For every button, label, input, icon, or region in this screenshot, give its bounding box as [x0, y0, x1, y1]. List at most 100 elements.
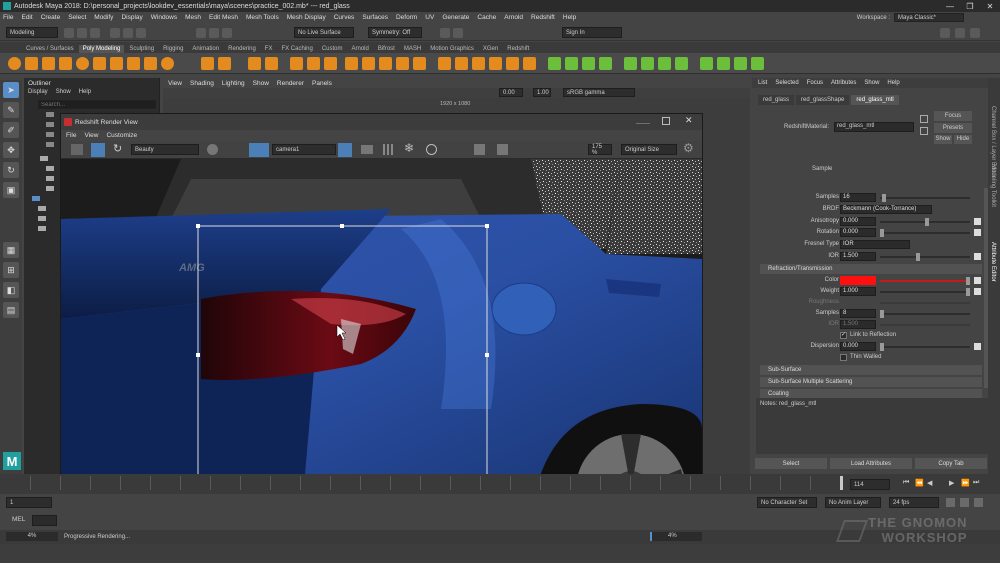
step-back-icon[interactable]: ⏪: [915, 479, 924, 487]
live-surface-field[interactable]: No Live Surface: [294, 27, 354, 38]
ae-menu-focus[interactable]: Focus: [807, 80, 823, 86]
checker-uv-icon[interactable]: [700, 57, 713, 70]
mel-label[interactable]: MEL: [12, 516, 25, 523]
add-frame-icon[interactable]: [474, 144, 485, 155]
select-tool-icon[interactable]: ➤: [3, 82, 19, 98]
persp-outliner-icon[interactable]: ◧: [3, 282, 19, 298]
delete-history-icon[interactable]: [717, 57, 730, 70]
material-input-icon[interactable]: [920, 115, 928, 123]
outliner-search-input[interactable]: [38, 100, 156, 109]
bevel-icon[interactable]: [379, 57, 392, 70]
poly-torus-icon[interactable]: [76, 57, 89, 70]
show-button[interactable]: Show: [934, 135, 952, 144]
node-tab-red-glass-mtl[interactable]: red_glass_mtl: [851, 95, 899, 105]
anisotropy-map-icon[interactable]: [974, 218, 981, 225]
toggle-channel-box-icon[interactable]: [970, 28, 980, 38]
sew-uv-icon[interactable]: [641, 57, 654, 70]
target-weld-icon[interactable]: [455, 57, 468, 70]
ae-menu-selected[interactable]: Selected: [775, 80, 798, 86]
current-frame-marker[interactable]: [840, 476, 843, 490]
weight-map-icon[interactable]: [974, 288, 981, 295]
colorspace-dropdown[interactable]: sRGB gamma: [563, 88, 635, 97]
mel-input[interactable]: [32, 515, 57, 526]
snap-point-icon[interactable]: [222, 28, 232, 38]
shelf-tab-custom[interactable]: Custom: [318, 45, 347, 53]
panel-layout-icon[interactable]: [940, 28, 950, 38]
menu-surfaces[interactable]: Surfaces: [362, 14, 388, 21]
viewport-menu-view[interactable]: View: [168, 80, 182, 87]
refraction-samples-field[interactable]: 8: [840, 309, 876, 318]
size-mode-dropdown[interactable]: Original Size: [621, 144, 677, 155]
character-set-dropdown[interactable]: No Character Set: [757, 497, 817, 508]
select-hierarchy-icon[interactable]: [110, 28, 120, 38]
color-slider[interactable]: [880, 277, 970, 285]
menu-generate[interactable]: Generate: [442, 14, 469, 21]
menu-mesh-display[interactable]: Mesh Display: [287, 14, 326, 21]
anisotropy-slider[interactable]: [880, 218, 970, 226]
dispersion-slider[interactable]: [880, 343, 970, 351]
menu-curves[interactable]: Curves: [334, 14, 355, 21]
rv-minimize-button[interactable]: [636, 119, 650, 124]
auto-key-icon[interactable]: [946, 498, 955, 507]
save-scene-icon[interactable]: [90, 28, 100, 38]
ior-map-icon[interactable]: [974, 253, 981, 260]
connect-icon[interactable]: [472, 57, 485, 70]
center-pivot-icon[interactable]: [751, 57, 764, 70]
node-tab-red-glass[interactable]: red_glass: [758, 95, 795, 105]
anisotropy-field[interactable]: 0.000: [840, 217, 876, 226]
step-forward-icon[interactable]: ⏩: [961, 479, 970, 487]
shelf-tab-arnold[interactable]: Arnold: [348, 45, 373, 53]
symmetry-dropdown[interactable]: Symmetry: Off: [368, 27, 422, 38]
node-tab-red-glass-shape[interactable]: red_glassShape: [796, 95, 850, 105]
shelf-tab-sculpting[interactable]: Sculpting: [125, 45, 158, 53]
ipr-render-icon[interactable]: [453, 28, 463, 38]
viewport-menu-panels[interactable]: Panels: [312, 80, 332, 87]
sound-icon[interactable]: [974, 498, 983, 507]
outliner-item[interactable]: [38, 216, 46, 221]
ae-menu-attributes[interactable]: Attributes: [831, 80, 856, 86]
color-swatch[interactable]: [840, 276, 876, 285]
outliner-item[interactable]: [46, 122, 54, 127]
poly-cube-icon[interactable]: [25, 57, 38, 70]
poly-disc-icon[interactable]: [110, 57, 123, 70]
four-view-icon[interactable]: ⊞: [3, 262, 19, 278]
poly-cone-icon[interactable]: [59, 57, 72, 70]
shelf-tab-motion-graphics[interactable]: Motion Graphics: [426, 45, 478, 53]
cylindrical-map-icon[interactable]: [582, 57, 595, 70]
samples-slider[interactable]: [880, 194, 970, 202]
snowflake-icon[interactable]: ❄: [404, 141, 414, 155]
anim-layer-dropdown[interactable]: No Anim Layer: [825, 497, 881, 508]
render-region-icon[interactable]: [91, 143, 105, 157]
viewport-menu-lighting[interactable]: Lighting: [222, 80, 245, 87]
goto-end-icon[interactable]: ⏭: [973, 479, 979, 487]
ae-copy-tab-button[interactable]: Copy Tab: [915, 458, 987, 469]
sign-in-button[interactable]: Sign In: [562, 27, 622, 38]
thin-walled-checkbox[interactable]: [840, 354, 847, 361]
menu-edit[interactable]: Edit: [21, 14, 32, 21]
weight-field[interactable]: 1.000: [840, 287, 876, 296]
range-start-field[interactable]: 1: [6, 497, 52, 508]
outliner-item[interactable]: [38, 206, 46, 211]
outliner-item[interactable]: [46, 132, 54, 137]
material-name-field[interactable]: red_glass_mtl: [834, 122, 914, 132]
subsurface-section-header[interactable]: Sub-Surface: [760, 365, 982, 375]
focus-button[interactable]: Focus: [934, 111, 972, 121]
menu-uv[interactable]: UV: [425, 14, 434, 21]
planar-map-icon[interactable]: [565, 57, 578, 70]
side-tab-attribute-editor[interactable]: Attribute Editor: [990, 242, 996, 282]
unfold-uv-icon[interactable]: [658, 57, 671, 70]
aov-dropdown[interactable]: Beauty: [131, 144, 199, 155]
platonic-solid-icon[interactable]: [127, 57, 140, 70]
ae-select-button[interactable]: Select: [755, 458, 827, 469]
refraction-samples-slider[interactable]: [880, 310, 970, 318]
menu-mesh-tools[interactable]: Mesh Tools: [246, 14, 279, 21]
shelf-tab-fx[interactable]: FX: [261, 45, 277, 53]
notes-area[interactable]: Notes: red_glass_mtl: [756, 398, 992, 454]
anim-prefs-icon[interactable]: [960, 498, 969, 507]
toggle-attribute-editor-icon[interactable]: [955, 28, 965, 38]
uv-editor-icon[interactable]: [548, 57, 561, 70]
shelf-tab-poly-modeling[interactable]: Poly Modeling: [78, 45, 125, 53]
poly-sphere-icon[interactable]: [8, 57, 21, 70]
zoom-field[interactable]: 175 %: [588, 144, 612, 156]
gamma-field[interactable]: 1.00: [533, 88, 551, 97]
